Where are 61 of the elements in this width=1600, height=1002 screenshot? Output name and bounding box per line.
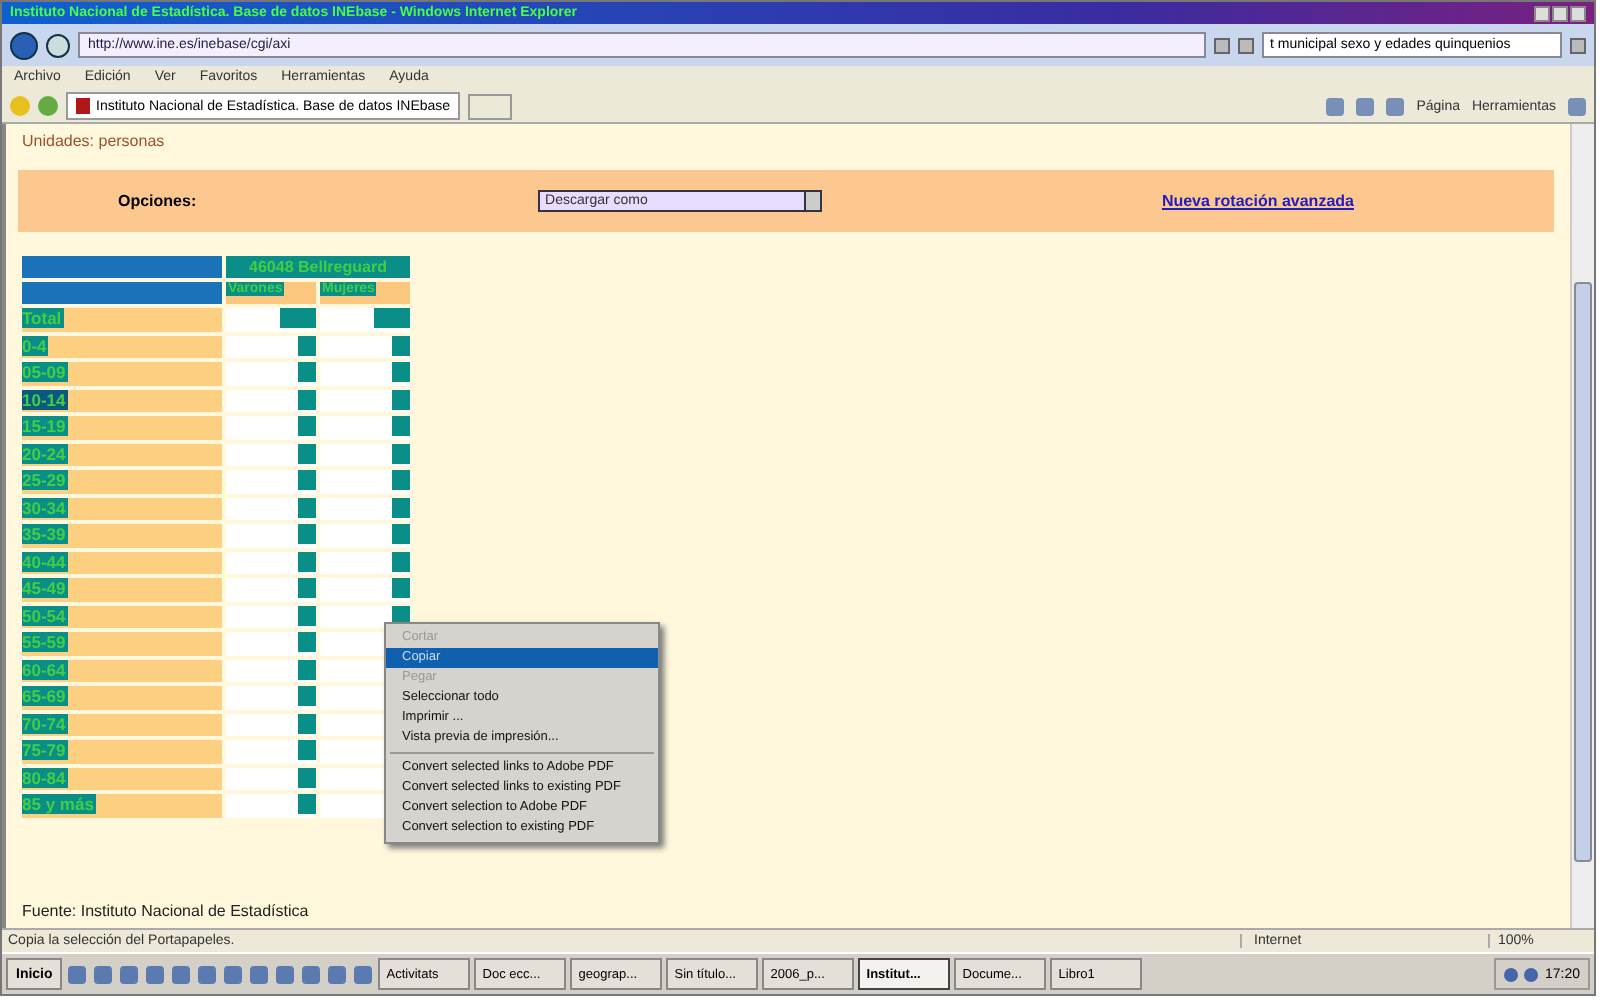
highlighted-cell bbox=[298, 686, 316, 706]
highlighted-cell bbox=[392, 362, 410, 382]
row-label: 35-39 bbox=[22, 524, 68, 544]
highlighted-cell bbox=[298, 362, 316, 382]
row-label: 20-24 bbox=[22, 443, 68, 463]
highlighted-cell bbox=[298, 389, 316, 409]
row-label: 80-84 bbox=[22, 767, 68, 787]
row-label: 60-64 bbox=[22, 659, 68, 679]
units-label: Unidades: personas bbox=[22, 132, 167, 150]
highlighted-cell bbox=[298, 713, 316, 733]
row-label: 15-19 bbox=[22, 416, 68, 436]
highlighted-cell bbox=[298, 497, 316, 517]
highlighted-cell bbox=[298, 632, 316, 652]
back-button[interactable] bbox=[10, 31, 38, 59]
add-favorite-icon[interactable] bbox=[38, 96, 58, 116]
source-note: Fuente: Instituto Nacional de Estadística bbox=[22, 902, 311, 920]
highlighted-cell bbox=[392, 551, 410, 571]
highlighted-cell bbox=[298, 443, 316, 463]
highlighted-cell bbox=[298, 335, 316, 355]
row-label: 05-09 bbox=[22, 362, 68, 382]
highlighted-cell bbox=[392, 524, 410, 544]
highlighted-cell bbox=[374, 308, 410, 328]
row-label: 40-44 bbox=[22, 551, 68, 571]
row-label: 50-54 bbox=[22, 605, 68, 625]
options-label: Opciones: bbox=[118, 192, 197, 210]
highlighted-cell bbox=[392, 497, 410, 517]
highlighted-cell bbox=[298, 740, 316, 760]
highlighted-cell bbox=[392, 335, 410, 355]
highlighted-cell bbox=[298, 767, 316, 787]
highlighted-cell bbox=[392, 605, 410, 625]
row-label: 85 y más bbox=[22, 794, 96, 814]
highlighted-cell bbox=[392, 416, 410, 436]
row-label: 70-74 bbox=[22, 713, 68, 733]
highlighted-cell bbox=[298, 605, 316, 625]
highlighted-cell bbox=[298, 578, 316, 598]
row-label: 0-4 bbox=[22, 335, 49, 355]
new-tab-button[interactable] bbox=[468, 93, 513, 119]
advanced-rotation-link[interactable]: Nueva rotación avanzada bbox=[1161, 192, 1354, 210]
highlighted-cell bbox=[392, 389, 410, 409]
highlighted-cell bbox=[298, 659, 316, 679]
row-label: 30-34 bbox=[22, 497, 68, 517]
highlighted-cell bbox=[298, 524, 316, 544]
row-label: 25-29 bbox=[22, 470, 68, 490]
highlighted-cell bbox=[392, 470, 410, 490]
row-label: Total bbox=[22, 308, 64, 328]
forward-button[interactable] bbox=[46, 33, 70, 57]
row-label: 75-79 bbox=[22, 740, 68, 760]
highlighted-cell bbox=[392, 578, 410, 598]
row-label: 45-49 bbox=[22, 578, 68, 598]
table-header: 46048 Bellreguard bbox=[226, 256, 410, 278]
row-label: 10-14 bbox=[22, 389, 68, 409]
highlighted-cell bbox=[298, 416, 316, 436]
page-icon bbox=[76, 98, 90, 114]
scrollbar-thumb[interactable] bbox=[1574, 282, 1592, 862]
highlighted-cell bbox=[280, 308, 316, 328]
highlighted-cell bbox=[298, 551, 316, 571]
highlighted-cell bbox=[298, 470, 316, 490]
highlighted-cell bbox=[392, 443, 410, 463]
highlighted-cell bbox=[298, 794, 316, 814]
row-label: 65-69 bbox=[22, 686, 68, 706]
row-label: 55-59 bbox=[22, 632, 68, 652]
